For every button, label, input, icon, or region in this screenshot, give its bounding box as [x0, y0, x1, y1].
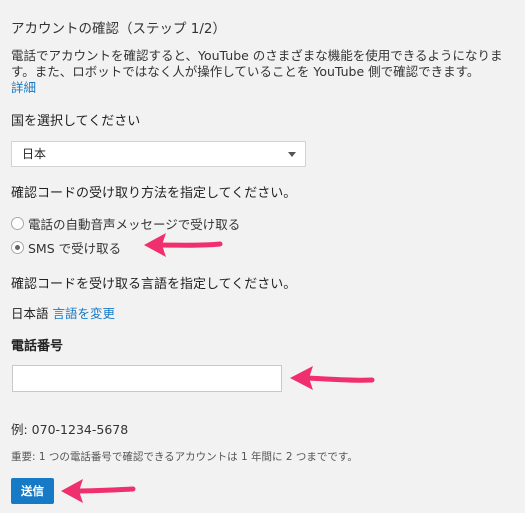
submit-button[interactable]: 送信	[11, 478, 54, 504]
language-label: 確認コードを受け取る言語を指定してください。	[11, 277, 297, 292]
method-option-sms[interactable]: SMS で受け取る	[11, 238, 121, 256]
annotation-arrow-phone	[290, 366, 375, 390]
description-line-2: す。また、ロボットではなく人が操作していることを YouTube 側で確認できま…	[11, 64, 480, 79]
method-option-sms-label: SMS で受け取る	[28, 240, 122, 256]
country-label: 国を選択してください	[11, 114, 141, 129]
description-line-1: 電話でアカウントを確認すると、YouTube のさまざまな機能を使用できるように…	[11, 48, 503, 63]
page-title: アカウントの確認（ステップ 1/2）	[11, 21, 227, 37]
language-row: 日本語 言語を変更	[11, 303, 115, 322]
method-label: 確認コードの受け取り方法を指定してください。	[11, 186, 297, 201]
country-select[interactable]: 日本	[11, 141, 306, 167]
details-link[interactable]: 詳細	[11, 80, 516, 96]
change-language-link[interactable]: 言語を変更	[53, 306, 116, 321]
important-note: 重要: 1 つの電話番号で確認できるアカウントは 1 年間に 2 つまでです。	[11, 451, 358, 463]
phone-number-input[interactable]	[12, 365, 282, 392]
chevron-down-icon	[288, 152, 296, 157]
account-verification-page: アカウントの確認（ステップ 1/2） 電話でアカウントを確認すると、YouTub…	[0, 0, 525, 513]
phone-example: 例: 070-1234-5678	[11, 422, 129, 437]
annotation-arrow-sms	[144, 233, 223, 257]
country-selected-value: 日本	[22, 147, 47, 161]
phone-label: 電話番号	[11, 339, 64, 354]
annotation-arrow-submit	[61, 479, 136, 503]
description: 電話でアカウントを確認すると、YouTube のさまざまな機能を使用できるように…	[11, 48, 516, 96]
current-language: 日本語	[11, 306, 49, 321]
radio-voice[interactable]	[11, 216, 24, 230]
radio-sms[interactable]	[11, 240, 24, 254]
